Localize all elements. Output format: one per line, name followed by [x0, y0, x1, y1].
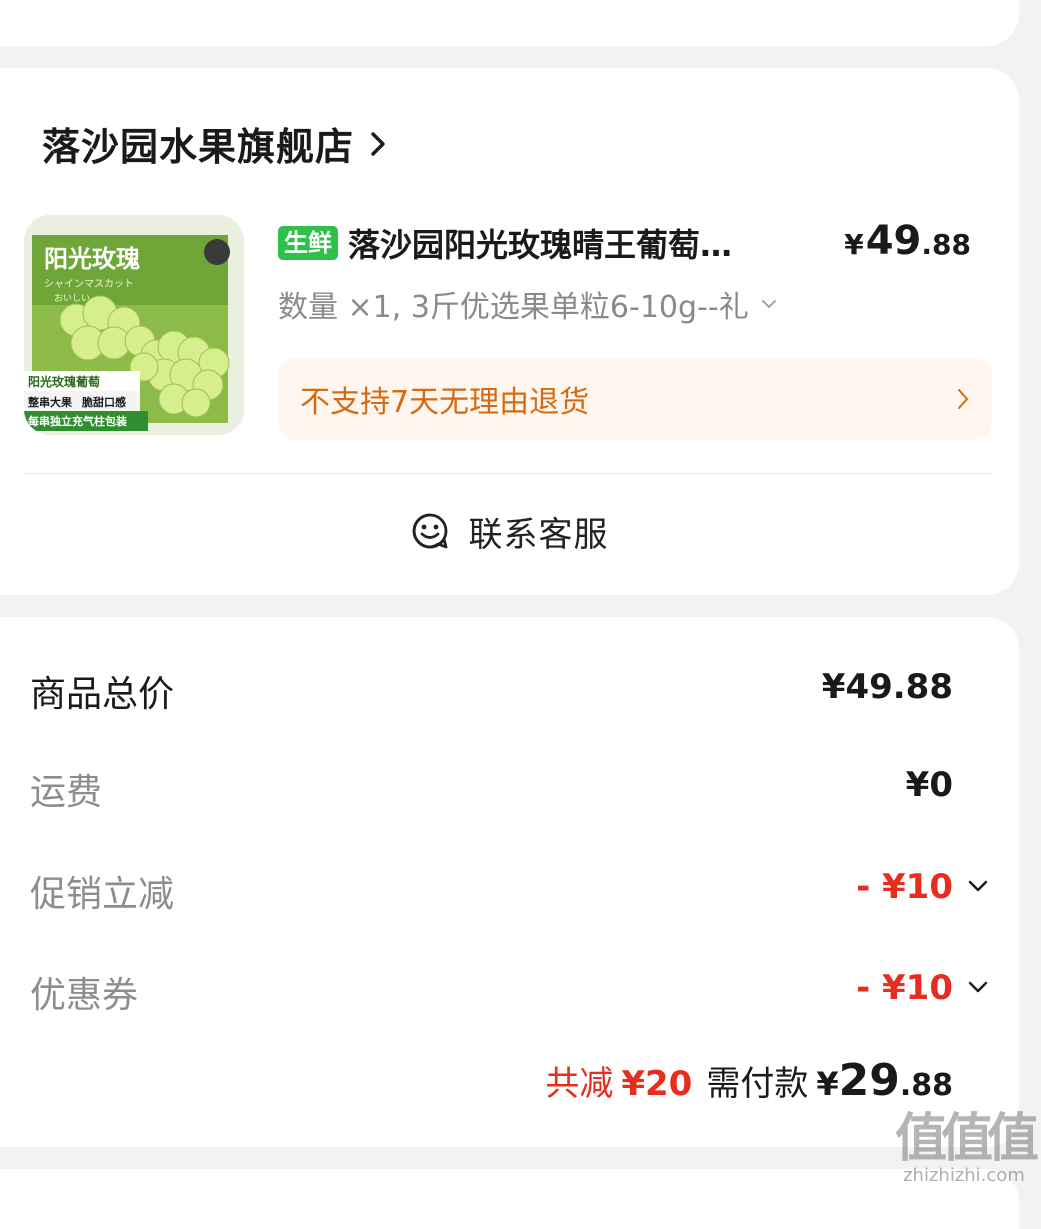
- image-label-3: 脆甜口感: [81, 395, 126, 409]
- pay-integer: 29: [838, 1055, 900, 1106]
- pay-label: 需付款: [706, 1064, 809, 1104]
- product-title-row[interactable]: 生鲜 落沙园阳光玫瑰晴王葡萄…: [278, 220, 808, 266]
- contact-service-button[interactable]: 联系客服: [0, 501, 1019, 561]
- image-label-1: 阳光玫瑰葡萄: [28, 374, 100, 389]
- chevron-down-icon: [761, 300, 776, 309]
- chevron-right-icon: [958, 389, 969, 409]
- total-discount-label: 共减: [545, 1064, 614, 1104]
- previous-card: [0, 0, 1019, 46]
- fresh-tag: 生鲜: [278, 226, 338, 260]
- pay-currency: ¥: [816, 1065, 839, 1103]
- shipping-label: 运费: [30, 772, 103, 813]
- promotion-label: 促销立减: [30, 874, 175, 915]
- price-detail-card: 商品总价 ¥49.88 运费 ¥0 促销立减 - ¥10 优惠券 - ¥10 共…: [0, 617, 1019, 1147]
- image-label-2: 整串大果: [27, 395, 72, 409]
- chevron-right-icon[interactable]: [364, 130, 392, 158]
- price-integer: 49: [865, 218, 922, 264]
- image-subtitle: シャインマスカット: [44, 278, 134, 290]
- watermark-url: zhizhizhi.com: [903, 1165, 1025, 1186]
- row-coupon[interactable]: 优惠券 - ¥10: [0, 958, 1019, 1018]
- smiley-chat-icon: [412, 513, 447, 549]
- price-currency: ¥: [844, 228, 864, 261]
- product-price: ¥ 49 .88: [844, 218, 971, 264]
- price-decimal: .88: [921, 228, 971, 261]
- coupon-value: - ¥10: [856, 968, 953, 1008]
- product-image[interactable]: 阳光玫瑰 シャインマスカット おいしい 阳光玫瑰葡萄 整串大果 脆甜口感 每串独…: [24, 215, 244, 435]
- return-policy-text: 不支持7天无理由退货: [300, 385, 590, 420]
- coupon-label: 优惠券: [30, 975, 139, 1016]
- product-title[interactable]: 落沙园阳光玫瑰晴王葡萄…: [348, 220, 732, 266]
- product-spec[interactable]: 数量 ×1, 3斤优选果单粒6-10g--礼: [278, 282, 777, 326]
- watermark: 值值值 zhizhizhi.com: [894, 1109, 1039, 1186]
- promotion-value: - ¥10: [856, 867, 953, 907]
- order-shop-card: 落沙园水果旗舰店 阳光玫瑰 シャインマスカット おいしい 阳光玫瑰葡萄 整串大果…: [0, 68, 1019, 595]
- row-promotion[interactable]: 促销立减 - ¥10: [0, 857, 1019, 917]
- payment-summary: 共减 ¥20 需付款 ¥ 29 .88: [545, 1055, 953, 1106]
- divider: [24, 473, 992, 474]
- grape-product-picture: 阳光玫瑰 シャインマスカット おいしい 阳光玫瑰葡萄 整串大果 脆甜口感 每串独…: [24, 215, 244, 435]
- spec-text: 数量 ×1, 3斤优选果单粒6-10g--礼: [278, 290, 749, 325]
- shop-header[interactable]: 落沙园水果旗舰店: [42, 116, 392, 171]
- watermark-logo: 值值值: [894, 1109, 1039, 1169]
- contact-service-label: 联系客服: [468, 514, 609, 555]
- image-title: 阳光玫瑰: [44, 245, 140, 273]
- chevron-down-icon[interactable]: [967, 879, 989, 893]
- row-shipping: 运费 ¥0: [0, 755, 1019, 815]
- shipping-value: ¥0: [905, 765, 953, 805]
- next-card: [0, 1169, 1019, 1229]
- image-subtitle-2: おいしい: [54, 293, 90, 304]
- pay-decimal: .88: [899, 1068, 953, 1103]
- subtotal-value: ¥49.88: [821, 667, 953, 707]
- image-label-4: 每串独立充气柱包装: [28, 414, 127, 428]
- return-policy-bar[interactable]: 不支持7天无理由退货: [278, 358, 992, 440]
- total-discount-value: ¥20: [621, 1064, 693, 1104]
- row-subtotal: 商品总价 ¥49.88: [0, 657, 1019, 717]
- shop-name[interactable]: 落沙园水果旗舰店: [42, 116, 354, 171]
- chevron-down-icon[interactable]: [967, 980, 989, 994]
- subtotal-label: 商品总价: [30, 674, 175, 715]
